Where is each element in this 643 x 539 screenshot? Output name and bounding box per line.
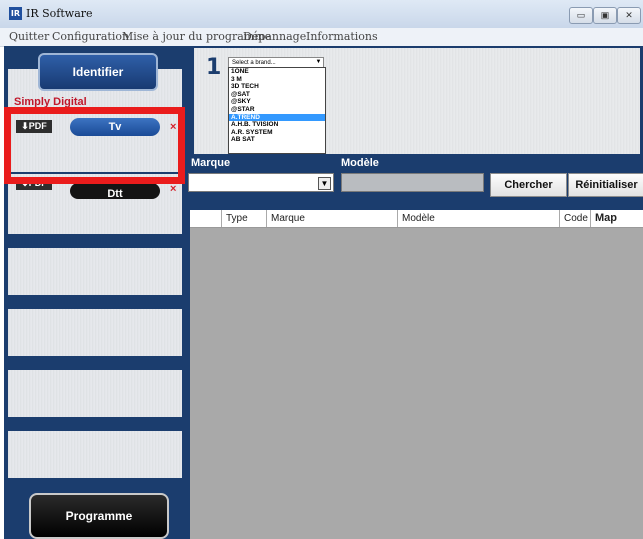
chevron-down-icon: ▼ <box>315 59 322 65</box>
search-button[interactable]: Chercher <box>490 173 567 197</box>
dtt-button[interactable]: Dtt <box>70 183 160 199</box>
brand-option[interactable]: 3D TECH <box>229 83 325 91</box>
results-table[interactable] <box>190 210 643 539</box>
slot-panel-4 <box>8 309 182 356</box>
slot-panel-5 <box>8 370 182 417</box>
menu-depannage[interactable]: Dépannage <box>243 30 306 43</box>
column-header-modele[interactable]: Modèle <box>397 210 559 227</box>
column-header-type[interactable]: Type <box>221 210 266 227</box>
chevron-down-icon: ▼ <box>318 177 331 190</box>
remove-dtt-icon[interactable]: × <box>170 183 176 195</box>
slot-panel-6 <box>8 431 182 478</box>
brand-option[interactable]: @SAT <box>229 91 325 99</box>
app-icon: IR <box>9 7 22 20</box>
brand-option[interactable]: @STAR <box>229 106 325 114</box>
title-bar: IR IR Software ▭ ▣ ✕ <box>0 0 643 28</box>
column-header-code[interactable]: Code <box>559 210 590 227</box>
modele-label: Modèle <box>341 157 379 169</box>
highlight-box <box>4 107 185 184</box>
marque-select[interactable]: ▼ <box>188 173 334 192</box>
brand-option[interactable]: A.R. SYSTEM <box>229 129 325 137</box>
results-table-header: Type Marque Modèle Code Map <box>190 210 643 228</box>
brand-dropdown-list[interactable]: 1ONE 3 M 3D TECH @SAT @SKY @STAR A.TREND… <box>228 67 326 154</box>
brand-option[interactable]: 1ONE <box>229 68 325 76</box>
maximize-button[interactable]: ▣ <box>593 7 617 24</box>
menu-informations[interactable]: Informations <box>306 30 378 43</box>
step-number: 1 <box>206 55 222 80</box>
brand-select-placeholder: Select a brand... <box>232 60 276 66</box>
program-button[interactable]: Programme <box>29 493 169 539</box>
minimize-button[interactable]: ▭ <box>569 7 593 24</box>
brand-option[interactable]: @SKY <box>229 98 325 106</box>
window-title: IR Software <box>26 7 93 20</box>
brand-option[interactable]: AB SAT <box>229 136 325 144</box>
menu-configuration[interactable]: Configuration <box>52 30 129 43</box>
reset-button[interactable]: Réinitialiser <box>568 173 643 197</box>
brand-option-selected[interactable]: A.TREND <box>229 113 325 122</box>
column-header-select[interactable] <box>190 210 221 227</box>
identify-button[interactable]: Identifier <box>38 53 158 91</box>
close-button[interactable]: ✕ <box>617 7 641 24</box>
brand-option[interactable]: A.H.B. TVISION <box>229 121 325 129</box>
menu-bar: Quitter Configuration Mise à jour du pro… <box>0 28 643 47</box>
slot-panel-3 <box>8 248 182 295</box>
marque-label: Marque <box>191 157 231 169</box>
modele-field[interactable] <box>341 173 484 192</box>
brand-option[interactable]: 3 M <box>229 76 325 84</box>
menu-quitter[interactable]: Quitter <box>9 30 49 43</box>
column-header-map[interactable]: Map <box>590 210 643 227</box>
column-header-marque[interactable]: Marque <box>266 210 397 227</box>
